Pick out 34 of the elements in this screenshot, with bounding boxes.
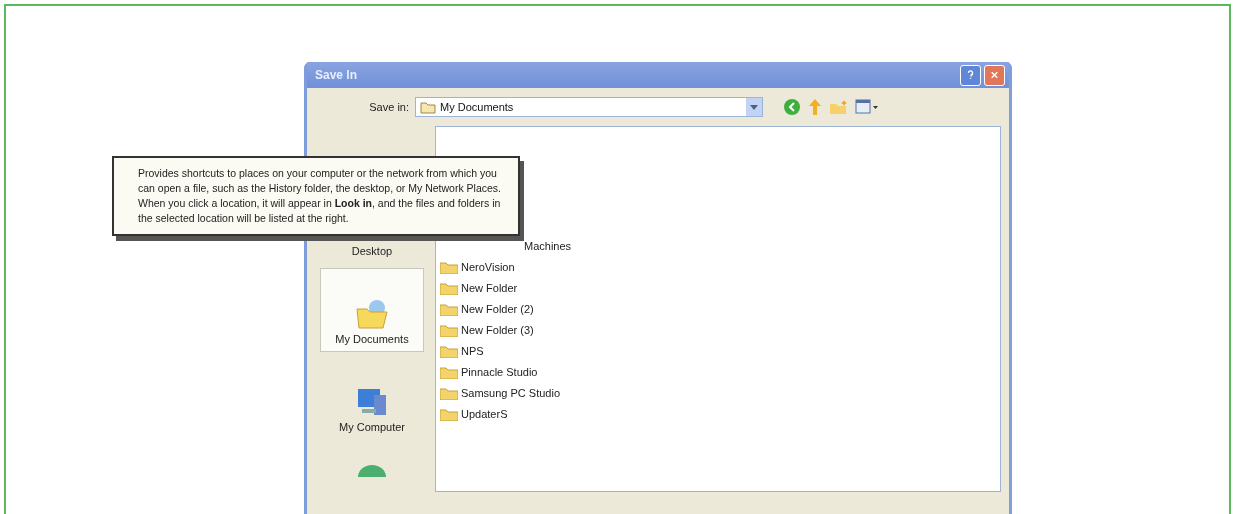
new-folder-icon[interactable] xyxy=(829,99,849,115)
globe-icon xyxy=(357,463,387,477)
close-icon xyxy=(991,70,998,80)
folder-icon xyxy=(440,386,458,400)
file-item[interactable]: New Folder xyxy=(440,279,1000,297)
file-item[interactable]: NeroVision xyxy=(440,258,1000,276)
question-mark-icon xyxy=(967,69,974,81)
folder-icon xyxy=(440,302,458,316)
place-item[interactable]: My Computer xyxy=(320,356,424,440)
place-item[interactable]: My Documents xyxy=(320,268,424,352)
file-item[interactable]: Samsung PC Studio xyxy=(440,384,1000,402)
folder-icon xyxy=(440,260,458,274)
view-menu-icon[interactable] xyxy=(855,99,879,115)
file-item[interactable]: UpdaterS xyxy=(440,405,1000,423)
location-dropdown[interactable]: My Documents xyxy=(415,97,763,117)
folder-icon xyxy=(420,100,436,114)
up-arrow-icon[interactable] xyxy=(807,98,823,116)
window-title: Save In xyxy=(315,68,359,82)
file-item[interactable]: New Folder (2) xyxy=(440,300,1000,318)
file-item[interactable]: New Folder (3) xyxy=(440,321,1000,339)
folder-icon xyxy=(440,323,458,337)
file-item[interactable]: NPS xyxy=(440,342,1000,360)
folder-icon xyxy=(440,407,458,421)
folder-icon xyxy=(440,281,458,295)
close-button[interactable] xyxy=(984,64,1005,86)
computer-icon xyxy=(356,387,388,417)
folder-icon xyxy=(440,365,458,379)
file-item[interactable]: Pinnacle Studio xyxy=(440,363,1000,381)
folder-icon xyxy=(355,299,389,329)
file-item[interactable]: Machines xyxy=(440,237,1000,255)
folder-icon xyxy=(440,344,458,358)
back-icon[interactable] xyxy=(783,98,801,116)
save-in-label: Save in: xyxy=(368,101,409,113)
help-button[interactable] xyxy=(960,64,981,86)
